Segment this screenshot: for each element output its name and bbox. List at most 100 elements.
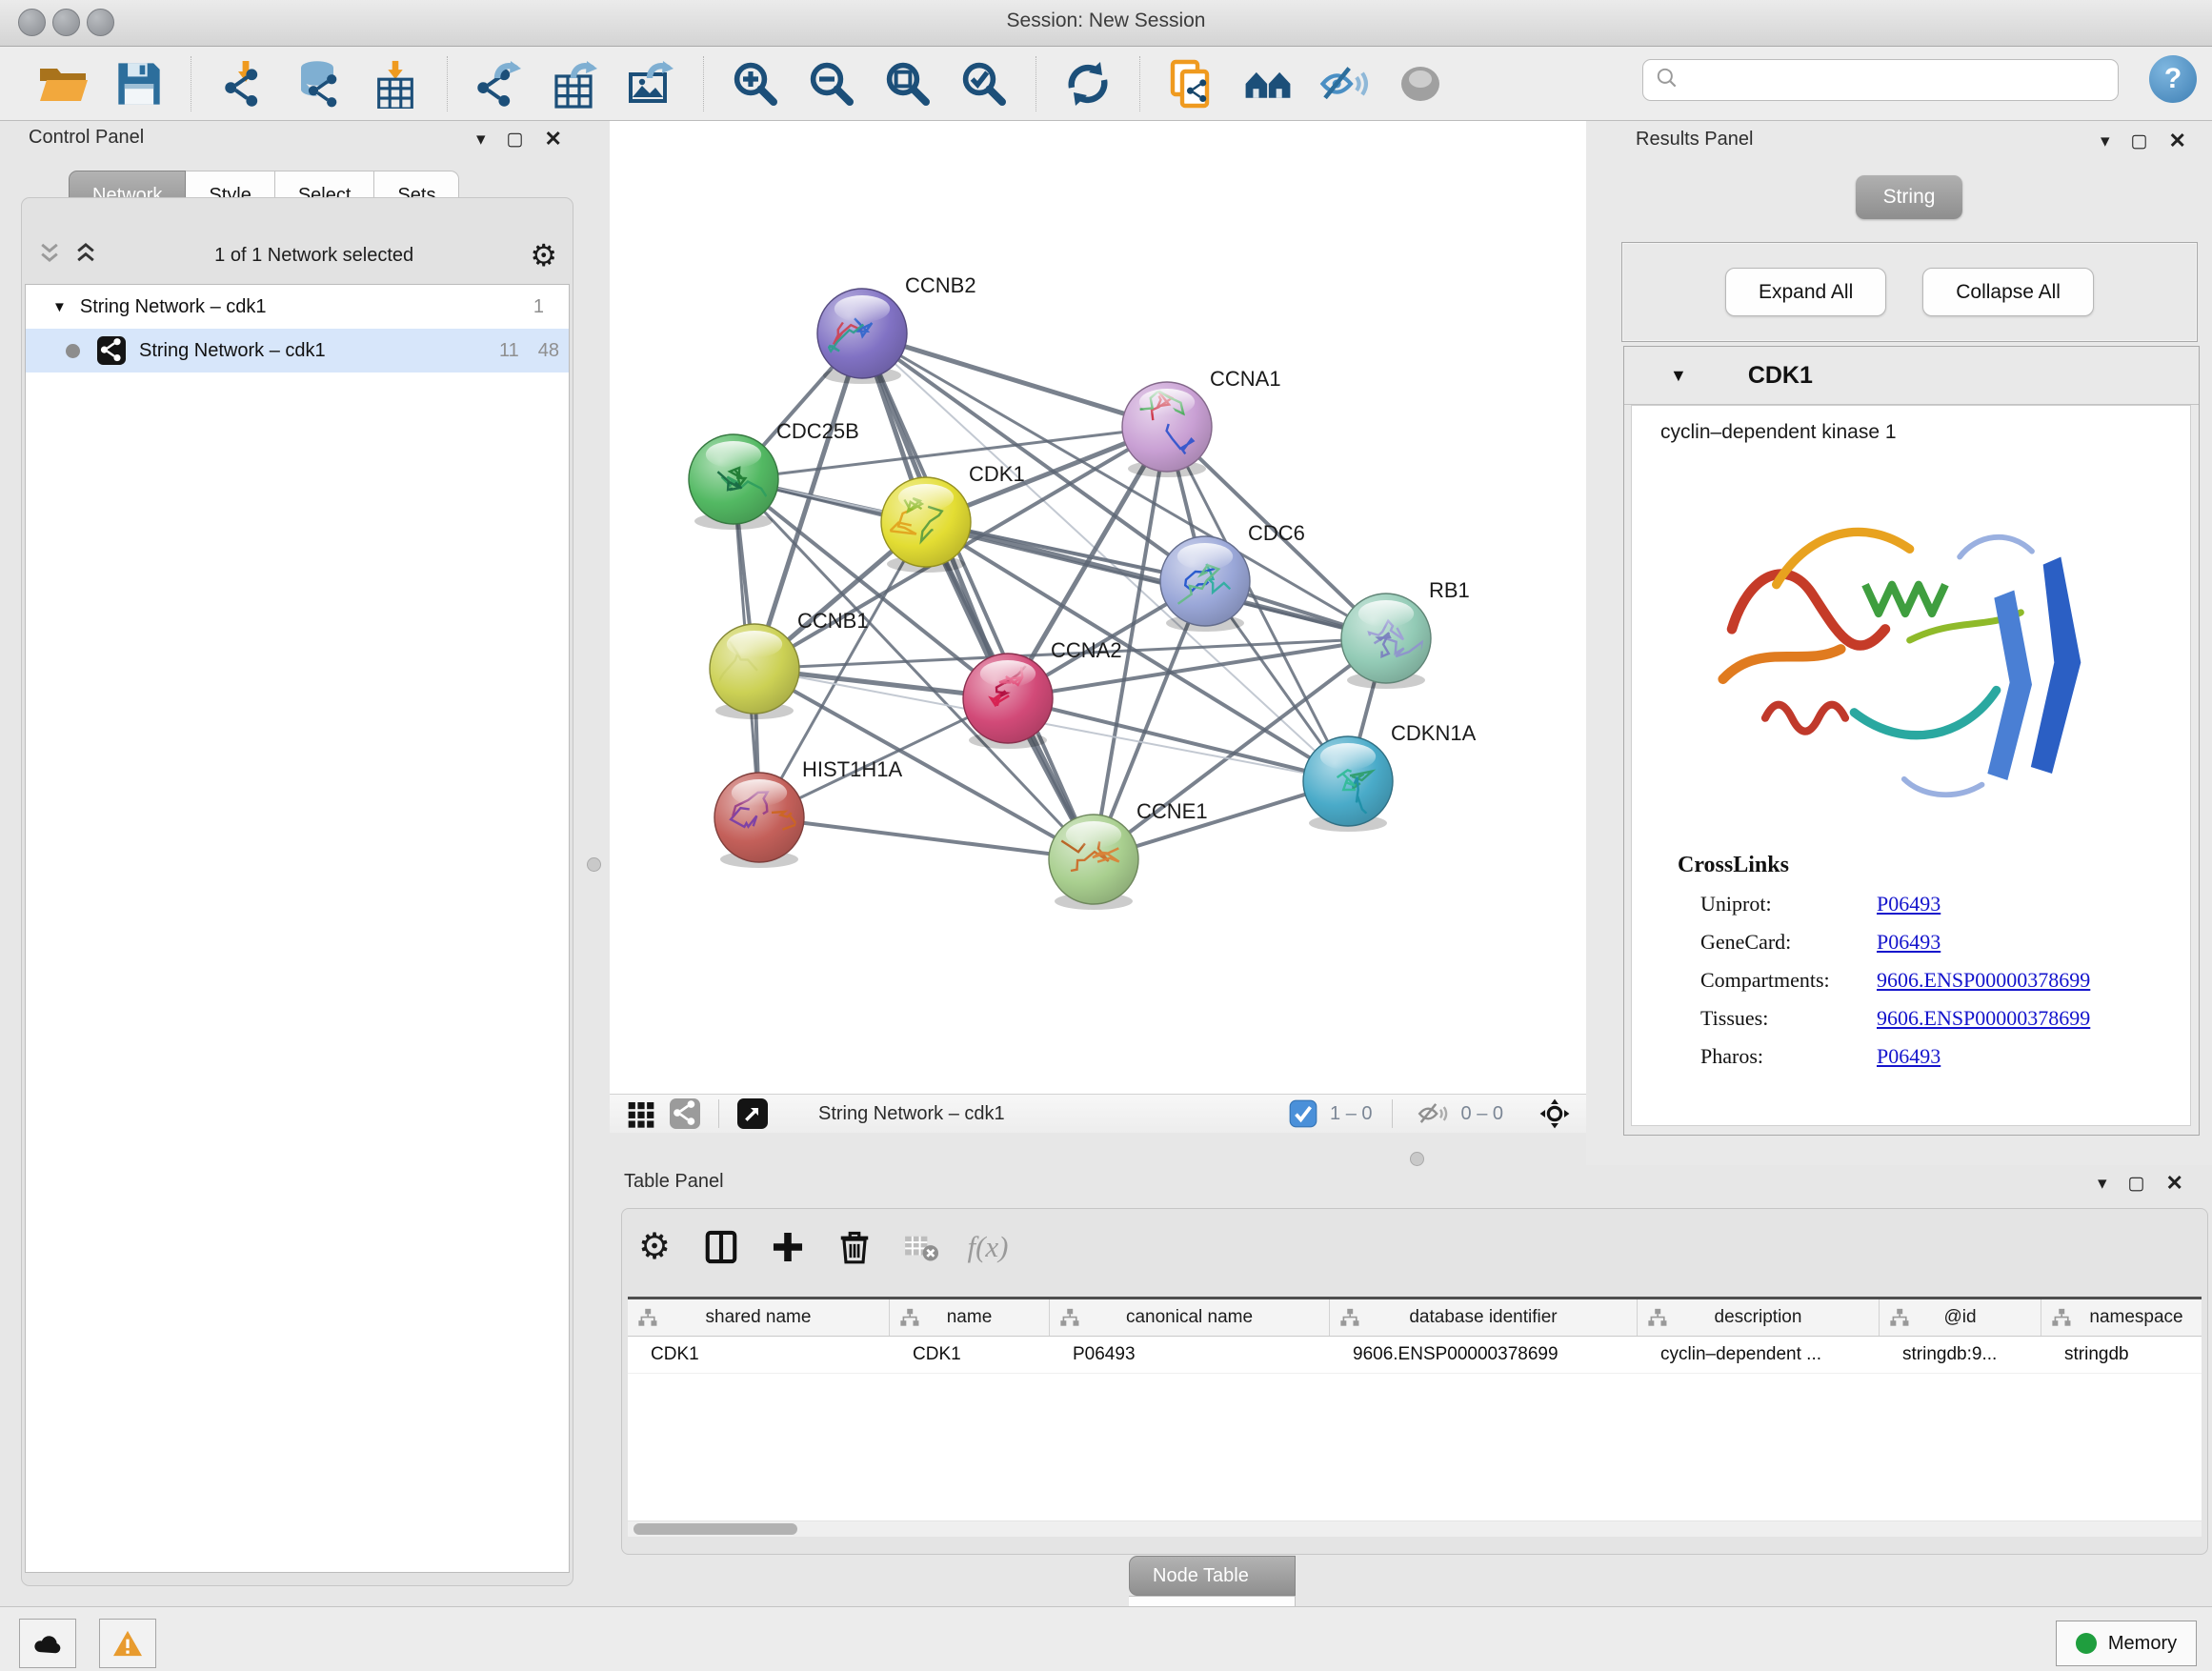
node-label-RB1: RB1	[1429, 578, 1470, 602]
close-icon[interactable]: ✕	[2166, 1173, 2183, 1194]
add-column-icon[interactable]	[767, 1226, 809, 1268]
section-expander-icon[interactable]: ▼	[1670, 366, 1687, 386]
edge-HIST1H1A-CCNE1[interactable]	[759, 817, 1094, 859]
node-CDKN1A[interactable]: CDKN1A	[1303, 721, 1477, 835]
cloud-icon	[31, 1629, 64, 1658]
edge-CCNB2-CCNA1[interactable]	[862, 333, 1167, 427]
column-header-namespace[interactable]: namespace	[2041, 1299, 2202, 1336]
column-label: database identifier	[1409, 1307, 1557, 1328]
export-table-icon[interactable]	[548, 56, 603, 111]
crosslink-value-link[interactable]: P06493	[1877, 892, 1941, 916]
column-header-canonical-name[interactable]: canonical name	[1050, 1299, 1330, 1336]
node-CDK1[interactable]: CDK1	[881, 462, 1025, 573]
table-cell: CDK1	[628, 1337, 890, 1373]
gear-icon[interactable]: ⚙	[633, 1226, 675, 1268]
node-CDC6[interactable]: CDC6	[1160, 521, 1305, 632]
network-canvas[interactable]: CCNB2CCNA1CDC25BCDK1CDC6RB1CCNB1CCNA2CDK…	[610, 121, 1586, 1094]
network-collection-row[interactable]: ▼ String Network – cdk1 1	[26, 285, 569, 329]
nav-arrow-icon[interactable]	[735, 1097, 770, 1131]
selected-checkbox-icon[interactable]	[1289, 1097, 1317, 1131]
gene-details: cyclin–dependent kinase 1 CrossLinks Uni…	[1631, 405, 2191, 1126]
crosslink-value-link[interactable]: P06493	[1877, 1044, 1941, 1069]
memory-button[interactable]: Memory	[2056, 1621, 2197, 1666]
export-network-icon[interactable]	[472, 56, 527, 111]
crosslink-value-link[interactable]: 9606.ENSP00000378699	[1877, 1006, 2090, 1031]
import-network-file-icon[interactable]	[215, 56, 271, 111]
share-view-icon[interactable]	[668, 1097, 702, 1131]
crosshair-icon[interactable]	[1538, 1097, 1572, 1131]
tab-node-table[interactable]: Node Table	[1129, 1556, 1296, 1596]
network-selected-status: 1 of 1 Network selected	[98, 245, 530, 267]
delete-column-icon[interactable]	[834, 1226, 875, 1268]
results-panel: Results Panel ▾ ▢ ✕ String Expand All Co…	[1586, 121, 2212, 1165]
node-label-CCNA1: CCNA1	[1210, 367, 1281, 391]
help-button[interactable]: ?	[2149, 55, 2197, 103]
column-header-name[interactable]: name	[890, 1299, 1050, 1336]
search-input[interactable]	[1679, 69, 2118, 91]
column-header-description[interactable]: description	[1638, 1299, 1880, 1336]
tree-expander-icon[interactable]: ▼	[52, 299, 67, 315]
zoom-selected-icon[interactable]	[956, 56, 1012, 111]
crosslink-row: Tissues:9606.ENSP00000378699	[1700, 1006, 2190, 1031]
open-file-icon[interactable]	[35, 56, 90, 111]
node-CCNB2[interactable]: CCNB2	[817, 273, 976, 384]
float-window-icon[interactable]: ▢	[507, 131, 524, 149]
expand-all-button[interactable]: Expand All	[1725, 268, 1886, 316]
cloud-button[interactable]	[19, 1619, 76, 1668]
chevron-double-down-icon[interactable]	[37, 241, 62, 271]
column-header-shared-name[interactable]: shared name	[628, 1299, 890, 1336]
node-label-CDC25B: CDC25B	[776, 419, 859, 443]
collapse-triangle-icon[interactable]: ▾	[2098, 1175, 2107, 1193]
network-row[interactable]: String Network – cdk1 11 48	[26, 329, 569, 372]
node-HIST1H1A[interactable]: HIST1H1A	[714, 757, 902, 868]
search-field[interactable]	[1642, 59, 2119, 101]
memory-dot-icon	[2076, 1633, 2097, 1654]
edge-CDK1-RB1[interactable]	[926, 522, 1386, 638]
export-image-icon[interactable]	[624, 56, 679, 111]
import-table-icon[interactable]	[368, 56, 423, 111]
node-table: shared namenamecanonical name database id…	[628, 1297, 2202, 1520]
zoom-out-icon[interactable]	[804, 56, 859, 111]
zoom-in-icon[interactable]	[728, 56, 783, 111]
column-header--id[interactable]: @id	[1880, 1299, 2041, 1336]
table-cell: P06493	[1050, 1337, 1330, 1373]
results-panel-title: Results Panel	[1636, 129, 1753, 150]
tab-string[interactable]: String	[1856, 175, 1962, 219]
zoom-fit-icon[interactable]	[880, 56, 935, 111]
crosslink-value-link[interactable]: 9606.ENSP00000378699	[1877, 968, 2090, 993]
close-icon[interactable]: ✕	[2169, 131, 2186, 151]
float-window-icon[interactable]: ▢	[2131, 132, 2148, 151]
table-row[interactable]: CDK1CDK1P064939606.ENSP00000378699cyclin…	[628, 1337, 2202, 1374]
horizontal-splitter-handle[interactable]	[1410, 1152, 1424, 1166]
node-RB1[interactable]: RB1	[1341, 578, 1470, 689]
float-window-icon[interactable]: ▢	[2128, 1175, 2145, 1193]
memory-label: Memory	[2108, 1633, 2177, 1655]
gene-section-header[interactable]: ▼ CDK1	[1624, 347, 2199, 405]
column-header-database-identifier[interactable]: database identifier	[1330, 1299, 1638, 1336]
sort-icon	[899, 1307, 920, 1328]
chevron-double-up-icon[interactable]	[73, 241, 98, 271]
warning-button[interactable]	[99, 1619, 156, 1668]
show-all-icon[interactable]	[1393, 56, 1448, 111]
sort-icon	[2051, 1307, 2072, 1328]
grid-view-icon[interactable]	[624, 1097, 658, 1131]
table-hscrollbar[interactable]	[628, 1521, 2202, 1537]
gear-icon[interactable]: ⚙	[530, 240, 557, 271]
left-splitter-handle[interactable]	[587, 857, 601, 872]
collapse-triangle-icon[interactable]: ▾	[476, 131, 486, 149]
crosslink-label: Pharos:	[1700, 1044, 1877, 1069]
crosslinks-title: CrossLinks	[1678, 853, 2190, 878]
import-network-database-icon[interactable]	[292, 56, 347, 111]
scrollbar-thumb[interactable]	[633, 1523, 797, 1535]
hide-selected-icon[interactable]	[1317, 56, 1372, 111]
node-CCNE1[interactable]: CCNE1	[1031, 799, 1208, 910]
network-home-icon[interactable]	[1240, 56, 1296, 111]
close-icon[interactable]: ✕	[545, 129, 562, 150]
crosslink-value-link[interactable]: P06493	[1877, 930, 1941, 955]
open-session-icon[interactable]	[1164, 56, 1219, 111]
columns-icon[interactable]	[700, 1226, 742, 1268]
collapse-all-button[interactable]: Collapse All	[1922, 268, 2094, 316]
refresh-layout-icon[interactable]	[1060, 56, 1116, 111]
collapse-triangle-icon[interactable]: ▾	[2101, 132, 2110, 151]
save-session-icon[interactable]	[111, 56, 167, 111]
